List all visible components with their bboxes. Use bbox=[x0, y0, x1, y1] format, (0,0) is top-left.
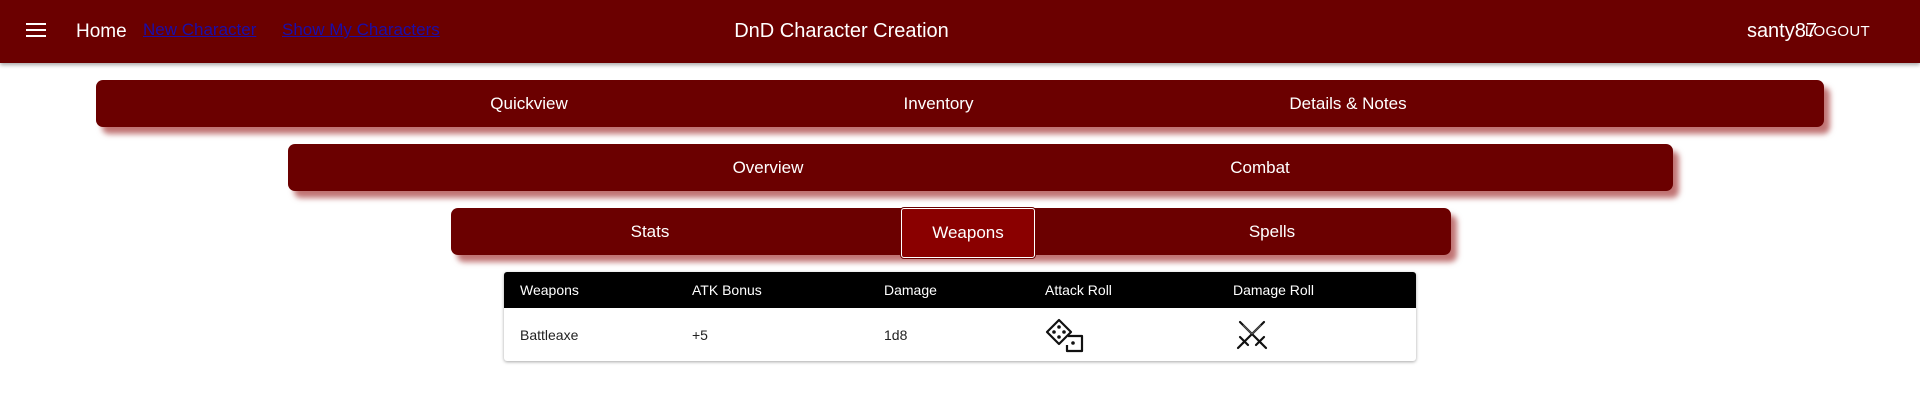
crossed-swords-icon[interactable] bbox=[1234, 317, 1270, 353]
tab-weapons[interactable]: Weapons bbox=[901, 208, 1035, 258]
app-title: DnD Character Creation bbox=[734, 20, 949, 42]
column-header-attack-roll: Attack Roll bbox=[1045, 282, 1112, 298]
column-header-weapons: Weapons bbox=[520, 282, 579, 298]
combat-tab-bar: Stats Weapons Spells bbox=[451, 208, 1451, 258]
quickview-tab-bar: Overview Combat bbox=[288, 144, 1673, 191]
table-header-row: Weapons ATK Bonus Damage Attack Roll Dam… bbox=[504, 272, 1416, 308]
tab-details-notes[interactable]: Details & Notes bbox=[1240, 94, 1456, 114]
tab-quickview[interactable]: Quickview bbox=[422, 94, 636, 114]
tab-overview[interactable]: Overview bbox=[653, 158, 883, 178]
weapon-name-cell: Battleaxe bbox=[520, 327, 579, 343]
tab-combat[interactable]: Combat bbox=[1150, 158, 1370, 178]
tab-inventory[interactable]: Inventory bbox=[835, 94, 1042, 114]
dice-icon[interactable] bbox=[1044, 317, 1088, 353]
weapons-table: Weapons ATK Bonus Damage Attack Roll Dam… bbox=[504, 272, 1416, 361]
main-tab-bar: Quickview Inventory Details & Notes bbox=[96, 80, 1824, 127]
tab-stats[interactable]: Stats bbox=[585, 222, 715, 242]
atk-bonus-cell: +5 bbox=[692, 327, 708, 343]
damage-cell: 1d8 bbox=[884, 327, 908, 343]
column-header-damage: Damage bbox=[884, 282, 937, 298]
app-bar: Home New Character Show My Characters Dn… bbox=[0, 0, 1920, 63]
column-header-atk-bonus: ATK Bonus bbox=[692, 282, 762, 298]
tab-spells[interactable]: Spells bbox=[1191, 222, 1353, 242]
column-header-damage-roll: Damage Roll bbox=[1233, 282, 1314, 298]
logout-button[interactable]: LOGOUT bbox=[1805, 23, 1870, 40]
